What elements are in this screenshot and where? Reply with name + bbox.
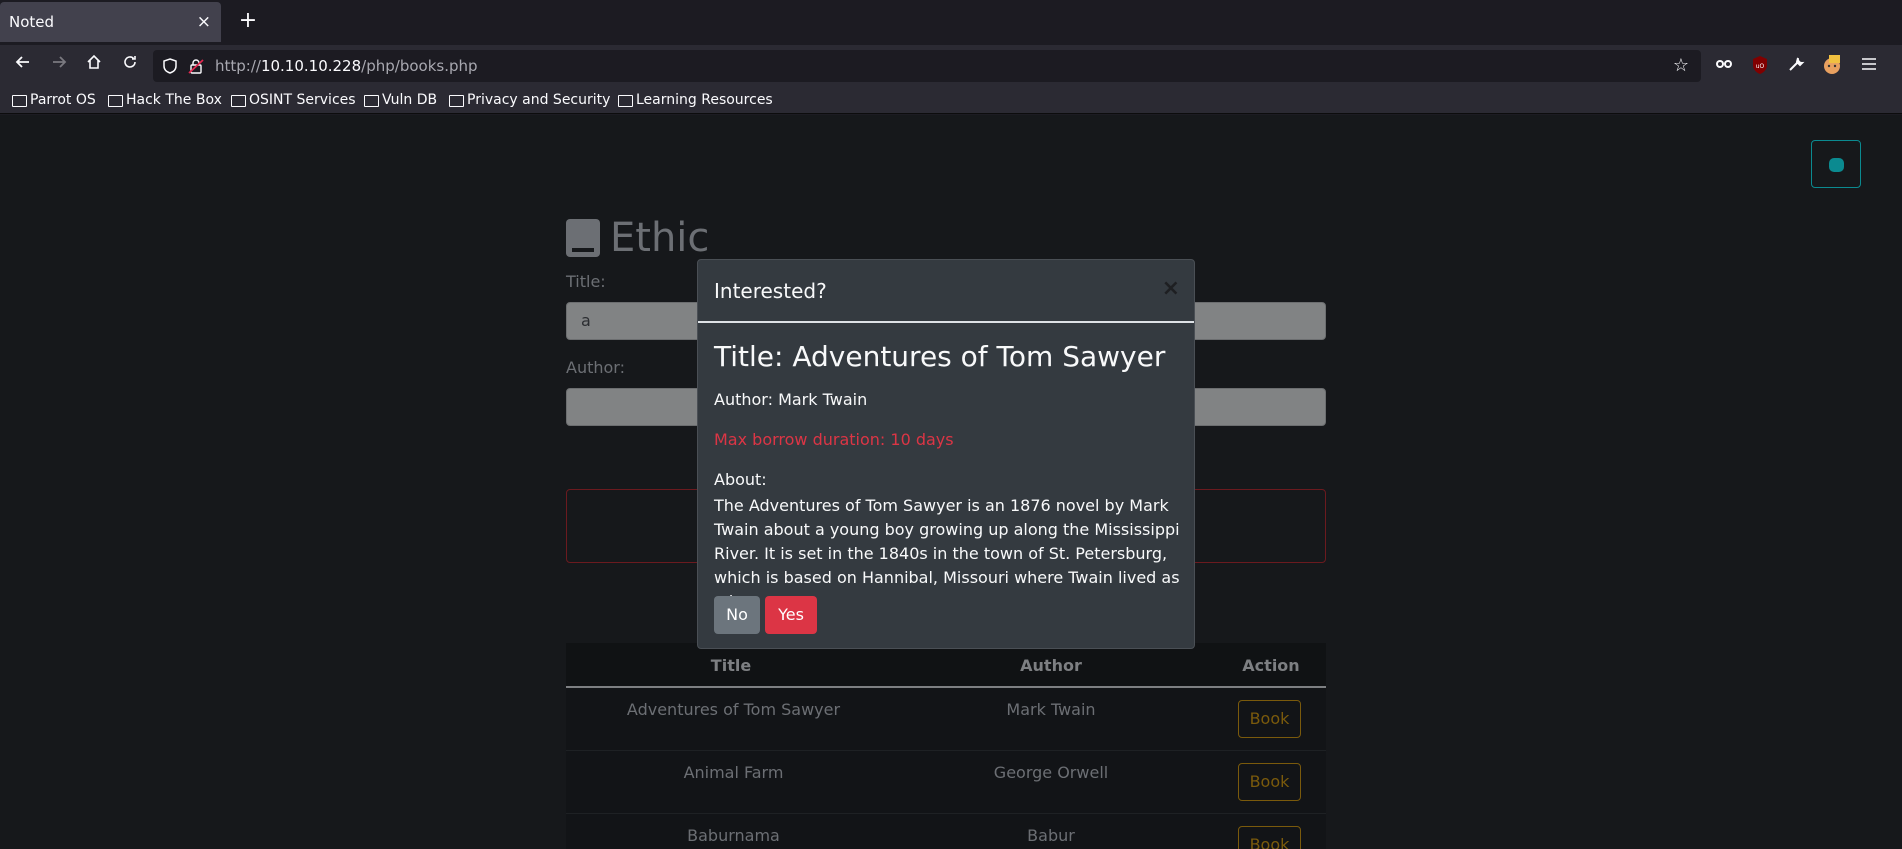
incognito-mask-icon[interactable] [1713,55,1735,77]
book-author-text: Author: Mark Twain [714,390,868,409]
reload-icon[interactable] [117,53,143,79]
tab-close-icon[interactable]: × [197,2,211,42]
modal-header: Interested? × [698,260,1194,323]
table-header: Title Author Action [566,643,1326,688]
book-title-heading: Title: Adventures of Tom Sawyer [714,340,1166,373]
author-label: Author: [566,358,625,377]
books-table: Title Author Action Adventures of Tom Sa… [566,643,1326,849]
ublock-origin-icon[interactable]: uO [1749,55,1771,77]
bookmark-folder-vuln-db[interactable]: Vuln DB [362,90,437,110]
tab-strip: Noted × + [0,0,1902,45]
url-host: 10.10.10.228 [260,57,362,75]
page-heading: Ethic [566,213,709,263]
url-scheme: http:// [215,57,261,75]
page-heading-text: Ethic [610,215,710,261]
browser-tab[interactable]: Noted × [0,2,221,42]
book-author-cell: George Orwell [993,763,1109,782]
column-header-author: Author [1020,656,1082,675]
table-row: Baburnama Babur Book [566,814,1326,849]
book-button[interactable]: Book [1238,700,1301,738]
burp-extension-icon[interactable] [1821,55,1843,77]
url-bar[interactable]: http://10.10.10.228/php/books.php ☆ [153,50,1701,82]
book-icon [566,219,600,257]
bookmark-folder-hack-the-box[interactable]: Hack The Box [106,90,222,110]
insecure-lock-icon[interactable] [187,57,205,75]
navigation-toolbar: http://10.10.10.228/php/books.php ☆ uO [0,45,1902,86]
database-button[interactable] [1811,140,1861,188]
back-arrow-icon[interactable] [10,53,36,79]
modal-title: Interested? [714,279,827,303]
bookmarks-toolbar: Parrot OS Hack The Box OSINT Services Vu… [0,86,1902,114]
new-tab-button[interactable]: + [235,8,261,34]
bookmark-folder-osint-services[interactable]: OSINT Services [229,90,356,110]
tracking-shield-icon[interactable] [161,57,179,75]
book-author-cell: Babur [1027,826,1075,845]
book-button[interactable]: Book [1238,763,1301,801]
book-button[interactable]: Book [1238,826,1301,849]
column-header-title: Title [710,656,752,675]
book-title-cell: Animal Farm [683,763,784,782]
no-button[interactable]: No [714,596,760,634]
bookmark-folder-learning-resources[interactable]: Learning Resources [616,90,773,110]
yes-button[interactable]: Yes [765,596,817,634]
forward-arrow-icon[interactable] [46,53,72,79]
svg-text:uO: uO [1756,63,1765,70]
book-title-cell: Baburnama [687,826,780,845]
wrench-icon[interactable] [1785,55,1807,77]
max-borrow-duration-text: Max borrow duration: 10 days [714,430,954,449]
bookmark-folder-privacy-and-security[interactable]: Privacy and Security [447,90,610,110]
modal-close-icon[interactable]: × [1162,276,1180,301]
title-label: Title: [566,272,606,291]
interested-modal: Interested? × Title: Adventures of Tom S… [697,259,1195,649]
app-menu-icon[interactable] [1858,55,1880,77]
page-content: Ethic Title: a Author: Title Author Acti… [0,115,1902,849]
book-title-cell: Adventures of Tom Sawyer [626,700,841,719]
url-text[interactable]: http://10.10.10.228/php/books.php [215,50,478,82]
bookmark-star-icon[interactable]: ☆ [1673,55,1689,76]
column-header-action: Action [1242,656,1300,675]
table-row: Animal Farm George Orwell Book [566,751,1326,814]
url-path: /php/books.php [361,57,478,75]
home-icon[interactable] [81,53,107,79]
database-icon [1829,158,1844,172]
tab-title: Noted [9,13,55,31]
book-author-cell: Mark Twain [1006,700,1096,719]
about-heading: About: [714,470,767,489]
table-row: Adventures of Tom Sawyer Mark Twain Book [566,688,1326,751]
bookmark-folder-parrot-os[interactable]: Parrot OS [10,90,96,110]
